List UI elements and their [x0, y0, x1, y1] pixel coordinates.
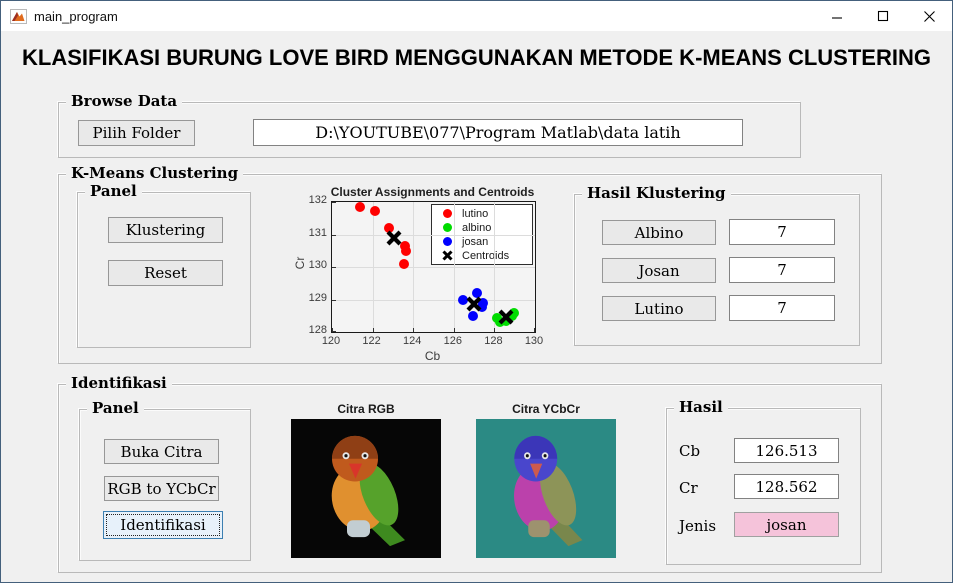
legend-dot-icon: [432, 237, 462, 246]
x-tick-label: 124: [403, 335, 422, 347]
jenis-field[interactable]: josan: [734, 512, 839, 537]
tick-mark: [332, 299, 336, 301]
kmeans-panel-title: Panel: [85, 182, 142, 200]
albino-count-field[interactable]: 7: [729, 219, 835, 245]
legend-dot-icon: [432, 209, 462, 218]
citra-rgb-image: [291, 419, 441, 558]
centroid-marker: [464, 294, 484, 314]
hasil-group-title: Hasil: [674, 398, 728, 416]
x-tick-label: 120: [321, 335, 341, 347]
y-tick-label: 131: [308, 226, 327, 239]
buka-citra-button[interactable]: Buka Citra: [104, 439, 219, 464]
tick-mark: [332, 267, 336, 268]
rgb-to-ycbcr-button[interactable]: RGB to YCbCr: [104, 476, 219, 501]
main-window: main_program KLASIFIKASI BURUNG LOVE BIR…: [0, 0, 953, 583]
minimize-button[interactable]: [814, 1, 860, 31]
josan-count-field[interactable]: 7: [729, 257, 835, 283]
close-button[interactable]: [906, 1, 952, 31]
gridline: [332, 299, 535, 301]
tick-mark: [534, 328, 535, 332]
tick-mark: [332, 331, 336, 332]
scatter-point: [355, 201, 366, 212]
gridline: [332, 234, 535, 236]
maximize-icon: [877, 10, 889, 22]
reset-button[interactable]: Reset: [108, 260, 223, 286]
klustering-button[interactable]: Klustering: [108, 217, 223, 243]
tick-mark: [494, 328, 496, 332]
browse-data-group-title: Browse Data: [66, 92, 183, 110]
page-title: KLASIFIKASI BURUNG LOVE BIRD MENGGUNAKAN…: [22, 45, 931, 70]
matlab-icon: [10, 8, 27, 24]
cr-label: Cr: [679, 479, 698, 497]
tick-mark: [372, 328, 374, 332]
minimize-icon: [832, 17, 842, 19]
citra-rgb-title: Citra RGB: [337, 402, 395, 416]
cb-label: Cb: [679, 442, 701, 460]
maximize-button[interactable]: [860, 1, 906, 31]
tick-mark: [332, 202, 336, 203]
centroid-marker: [496, 307, 516, 327]
chart-xlabel: Cb: [424, 349, 441, 363]
centroid-marker: [384, 228, 404, 248]
legend-dot: [442, 237, 452, 246]
legend-item: Centroids: [432, 249, 532, 263]
y-tick-label: 129: [308, 291, 327, 304]
identifikasi-button[interactable]: Identifikasi: [103, 511, 223, 539]
title-bar: main_program: [1, 1, 952, 31]
lutino-count-field[interactable]: 7: [729, 295, 835, 321]
x-tick-label: 126: [443, 335, 462, 347]
citra-ycbcr-title: Citra YCbCr: [512, 402, 580, 416]
y-tick-label: 128: [308, 324, 327, 336]
x-tick-label: 130: [524, 335, 544, 347]
plot-area: lutino albino josan Centroids: [331, 201, 536, 333]
josan-button[interactable]: Josan: [602, 258, 716, 283]
identifikasi-group-title: Identifikasi: [66, 374, 172, 392]
kmeans-group-title: K-Means Clustering: [66, 164, 244, 182]
close-icon: [923, 10, 935, 22]
lutino-button[interactable]: Lutino: [602, 296, 716, 321]
gridline: [332, 267, 535, 268]
y-tick-label: 130: [308, 259, 327, 271]
cluster-chart: Cluster Assignments and Centroids Cr lut…: [291, 184, 549, 366]
tick-mark: [413, 328, 415, 332]
cb-field[interactable]: 126.513: [734, 438, 839, 463]
legend-dot-icon: [432, 223, 462, 232]
legend-item: lutino: [432, 207, 532, 221]
window-title: main_program: [34, 8, 118, 24]
identifikasi-panel-title: Panel: [87, 399, 144, 417]
hasil-klustering-title: Hasil Klustering: [582, 184, 731, 202]
legend-dot: [442, 209, 452, 218]
scatter-point: [369, 206, 380, 217]
legend-label: lutino: [462, 207, 489, 220]
folder-path-field[interactable]: D:\YOUTUBE\077\Program Matlab\data latih: [253, 119, 743, 146]
x-tick-label: 122: [362, 335, 381, 347]
jenis-label: Jenis: [679, 517, 717, 535]
legend-label: Centroids: [462, 249, 510, 262]
tick-mark: [453, 328, 455, 332]
x-tick-label: 128: [484, 335, 503, 347]
cr-field[interactable]: 128.562: [734, 474, 839, 499]
scatter-point: [399, 258, 410, 269]
legend-item: josan: [432, 235, 532, 249]
legend-label: josan: [462, 235, 489, 248]
citra-ycbcr-image: [476, 419, 616, 558]
pilih-folder-button[interactable]: Pilih Folder: [78, 120, 195, 146]
legend-centroid-icon: [432, 249, 462, 262]
chart-title: Cluster Assignments and Centroids: [330, 185, 535, 199]
legend-item: albino: [432, 221, 532, 235]
y-tick-label: 132: [308, 194, 327, 206]
tick-mark: [332, 234, 336, 236]
app-canvas: KLASIFIKASI BURUNG LOVE BIRD MENGGUNAKAN…: [1, 31, 952, 582]
legend-dot: [442, 223, 452, 232]
legend-label: albino: [462, 221, 492, 234]
albino-button[interactable]: Albino: [602, 220, 716, 245]
